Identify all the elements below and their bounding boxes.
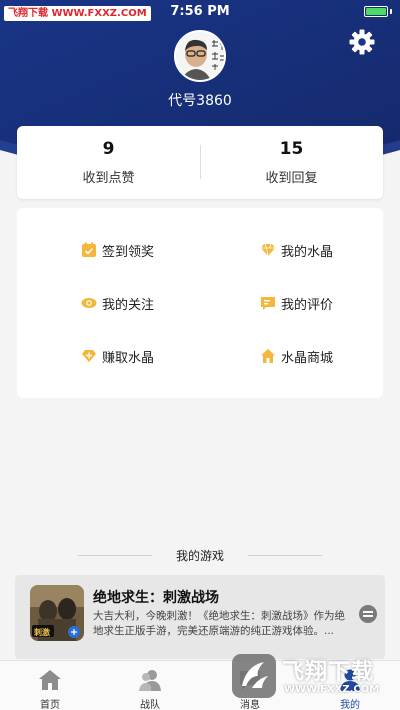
game-card[interactable]: 刺激 绝地求生：刺激战场 大吉大利，今晚刺激！《绝地求生：刺激战场》作为绝地求生… [15,575,385,659]
menu-card: 签到领奖 我的水晶 我的关注 我的评价 赚取水晶 水晶商城 [17,208,383,398]
game-icon: 刺激 [30,585,84,641]
divider [78,555,152,556]
tab-label: 首页 [40,700,60,710]
more-icon[interactable] [359,605,377,623]
menu-item-follow[interactable]: 我的关注 [81,293,154,313]
menu-item-review[interactable]: 我的评价 [260,293,333,313]
stats-card: 9 收到点赞 15 收到回复 [17,126,383,199]
stat-replies-value: 15 [279,139,304,159]
watermark-title: 飞翔下载 [282,660,375,685]
team-icon [139,670,161,691]
home-icon [39,670,61,690]
games-section-header: 我的游戏 [0,545,400,565]
menu-item-crystal[interactable]: 我的水晶 [260,240,333,260]
menu-item-label: 签到领奖 [102,244,155,260]
username: 代号3860 [168,93,232,109]
stat-replies[interactable]: 15 收到回复 [200,138,383,186]
stat-likes-value: 9 [102,139,115,159]
status-bar: 飞翔下载 WWW.FXXZ.COM 7:56 PM [0,0,400,22]
menu-item-label: 赚取水晶 [102,350,155,366]
watermark-bottom: 飞翔下载 WWW.FXXZ.COM [232,652,390,702]
games-section-title: 我的游戏 [175,549,224,563]
menu-item-label: 我的评价 [281,297,334,313]
crystal-icon [260,242,276,258]
checkin-icon [81,242,97,258]
menu-item-checkin[interactable]: 签到领奖 [81,240,154,260]
comment-icon [260,295,276,311]
stat-likes[interactable]: 9 收到点赞 [17,138,200,186]
stat-likes-label: 收到点赞 [82,171,135,186]
watermark-url: WWW.FXXZ.COM [284,684,380,695]
tab-team[interactable]: 战队 [100,661,200,710]
battery-icon [364,6,388,17]
status-time: 7:56 PM [170,4,230,19]
tab-label: 战队 [140,700,160,710]
menu-item-label: 我的水晶 [281,244,334,260]
menu-item-earn-crystal[interactable]: 赚取水晶 [81,346,154,366]
menu-item-label: 水晶商城 [281,350,334,366]
game-icon-text: 刺激 [34,628,50,637]
store-icon [260,348,276,364]
stat-replies-label: 收到回复 [265,171,318,186]
menu-item-store[interactable]: 水晶商城 [260,346,333,366]
avatar[interactable] [174,30,226,82]
gear-icon[interactable] [348,28,376,56]
earn-crystal-icon [81,348,97,364]
tab-home[interactable]: 首页 [0,661,100,710]
eye-icon [81,295,97,311]
divider [248,555,322,556]
game-name: 绝地求生：刺激战场 [93,590,219,606]
game-description: 大吉大利，今晚刺激！《绝地求生：刺激战场》作为绝地求生正版手游，完美还原端游的纯… [93,610,345,637]
menu-item-label: 我的关注 [102,297,155,313]
